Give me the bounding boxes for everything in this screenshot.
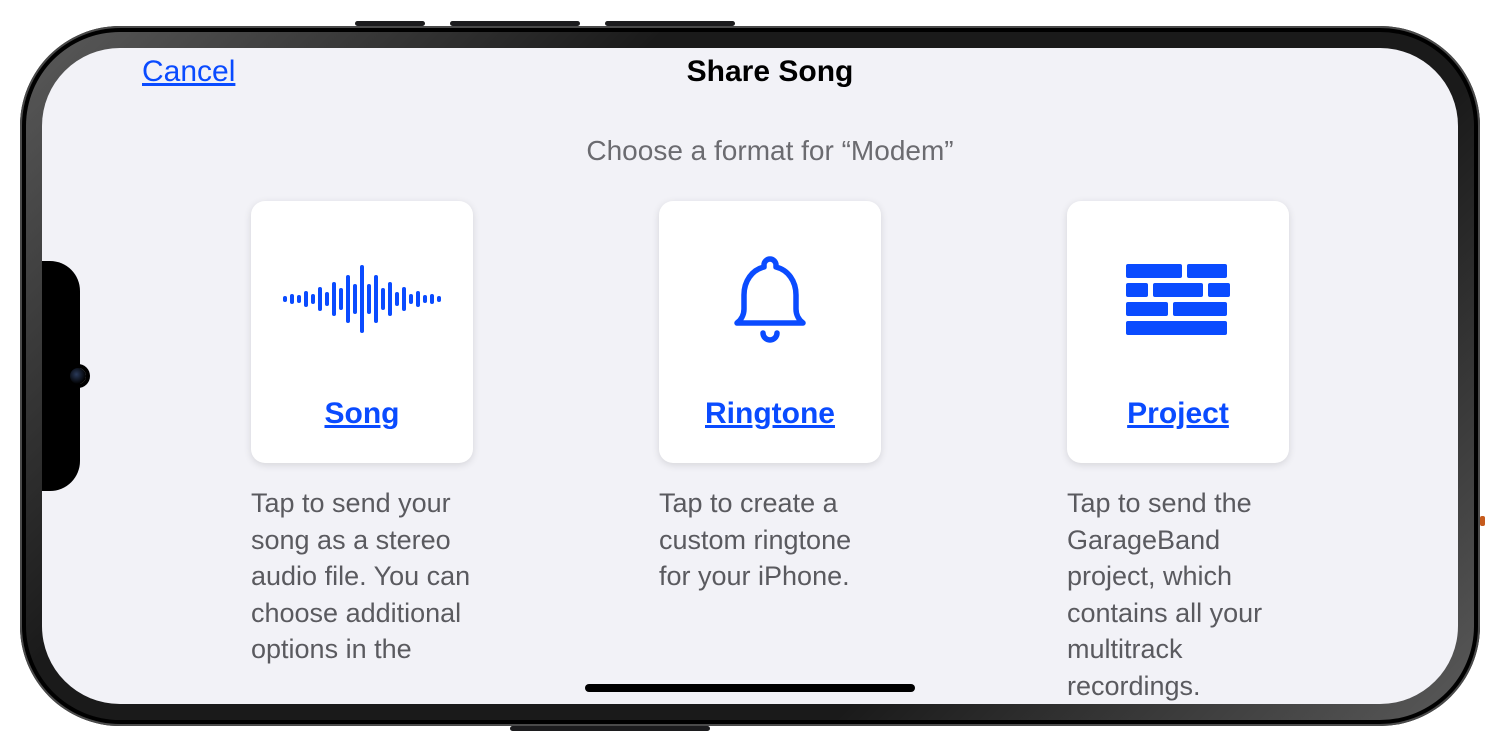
- subtitle: Choose a format for “Modem”: [142, 135, 1398, 167]
- option-ringtone-card[interactable]: Ringtone: [659, 201, 881, 463]
- page-title: Share Song: [687, 55, 854, 89]
- option-song: Song Tap to send your song as a stereo a…: [251, 201, 473, 704]
- option-project-label: Project: [1127, 397, 1229, 431]
- option-song-label: Song: [325, 397, 400, 431]
- option-song-description: Tap to send your song as a stereo audio …: [251, 485, 473, 667]
- side-button: [510, 726, 710, 731]
- option-project: Project Tap to send the GarageBand proje…: [1067, 201, 1289, 704]
- side-button: [1480, 516, 1485, 526]
- format-options: Song Tap to send your song as a stereo a…: [142, 201, 1398, 704]
- option-project-description: Tap to send the GarageBand project, whic…: [1067, 485, 1289, 704]
- option-song-card[interactable]: Song: [251, 201, 473, 463]
- share-song-sheet: Cancel Share Song Choose a format for “M…: [42, 48, 1458, 704]
- screen: Cancel Share Song Choose a format for “M…: [42, 48, 1458, 704]
- front-camera: [70, 368, 86, 384]
- nav-bar: Cancel Share Song: [142, 54, 1398, 89]
- phone-frame: Cancel Share Song Choose a format for “M…: [20, 26, 1480, 726]
- side-button: [355, 21, 425, 26]
- option-ringtone: Ringtone Tap to create a custom ringtone…: [659, 201, 881, 704]
- option-ringtone-label: Ringtone: [705, 397, 835, 431]
- option-ringtone-description: Tap to create a custom ringtone for your…: [659, 485, 881, 594]
- project-bricks-icon: [1067, 201, 1289, 397]
- side-button: [605, 21, 735, 26]
- home-indicator[interactable]: [585, 684, 915, 692]
- side-button: [450, 21, 580, 26]
- waveform-icon: [251, 201, 473, 397]
- bell-icon: [659, 201, 881, 397]
- cancel-button[interactable]: Cancel: [142, 55, 235, 89]
- option-project-card[interactable]: Project: [1067, 201, 1289, 463]
